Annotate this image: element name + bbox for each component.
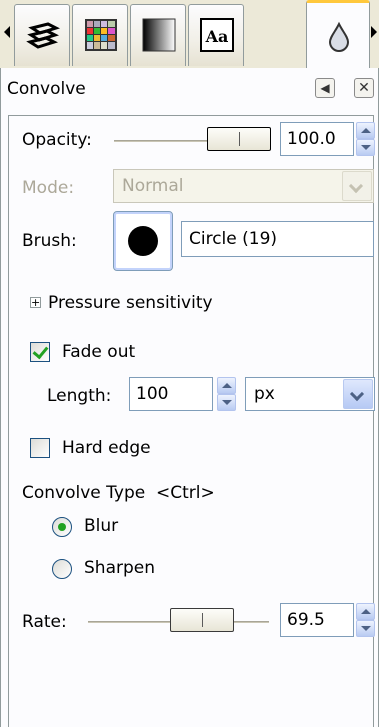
- mode-select[interactable]: Normal: [113, 169, 374, 203]
- rate-spinner[interactable]: [356, 603, 375, 637]
- brush-preview-button[interactable]: [113, 211, 173, 271]
- opacity-decrement-icon[interactable]: [356, 139, 375, 156]
- opacity-label: Opacity:: [22, 130, 92, 150]
- opacity-value-field[interactable]: 100.0: [280, 122, 354, 156]
- pressure-sensitivity-label[interactable]: Pressure sensitivity: [48, 293, 213, 313]
- length-unit-select[interactable]: px: [245, 377, 375, 411]
- font-icon: Aa: [200, 18, 234, 52]
- tab-scroll-left-icon[interactable]: [4, 26, 10, 38]
- hard-edge-checkbox[interactable]: [30, 438, 50, 458]
- tab-scroll-right-icon[interactable]: [371, 26, 377, 38]
- sharpen-label[interactable]: Sharpen: [84, 558, 155, 578]
- gradient-icon: [142, 18, 176, 52]
- dock-tab-strip: Aa: [0, 0, 379, 68]
- fade-out-checkbox[interactable]: [30, 342, 50, 362]
- rate-value-field[interactable]: 69.5: [280, 603, 354, 637]
- blur-label[interactable]: Blur: [84, 516, 118, 536]
- pressure-expander-icon[interactable]: +: [30, 297, 41, 308]
- convolve-type-label: Convolve Type <Ctrl>: [22, 483, 215, 503]
- brush-circle-icon: [128, 226, 158, 256]
- opacity-slider-thumb[interactable]: [207, 127, 271, 151]
- rate-decrement-icon[interactable]: [356, 620, 375, 637]
- mode-label: Mode:: [22, 178, 75, 198]
- tab-palettes[interactable]: [72, 4, 128, 66]
- tab-layers[interactable]: [14, 4, 70, 66]
- length-unit-dropdown-icon: [343, 379, 373, 409]
- blur-radio[interactable]: [52, 517, 72, 537]
- panel-title: Convolve: [7, 79, 86, 99]
- rate-slider-thumb[interactable]: [170, 608, 234, 632]
- length-unit-value: px: [254, 384, 275, 404]
- length-spinner[interactable]: [217, 377, 236, 411]
- palette-grid-icon: [85, 19, 117, 51]
- length-decrement-icon[interactable]: [217, 394, 236, 411]
- length-label: Length:: [47, 386, 112, 406]
- tool-drop-icon: [328, 21, 350, 52]
- brush-label: Brush:: [22, 231, 77, 251]
- brush-name-field: Circle (19): [181, 221, 374, 257]
- mode-value: Normal: [122, 176, 184, 196]
- panel-menu-icon[interactable]: ◀: [315, 78, 335, 98]
- mode-dropdown-icon: [342, 171, 372, 201]
- layers-icon: [26, 22, 60, 49]
- length-increment-icon[interactable]: [217, 377, 236, 394]
- panel-header: Convolve ◀ ✕: [0, 68, 379, 110]
- tab-gradients[interactable]: [130, 4, 186, 66]
- sharpen-radio[interactable]: [52, 559, 72, 579]
- tab-tool-options[interactable]: [306, 0, 370, 68]
- svg-text:Aa: Aa: [205, 27, 229, 46]
- tab-fonts[interactable]: Aa: [188, 4, 244, 66]
- rate-label: Rate:: [22, 612, 67, 632]
- hard-edge-label[interactable]: Hard edge: [62, 438, 151, 458]
- rate-increment-icon[interactable]: [356, 603, 375, 620]
- opacity-increment-icon[interactable]: [356, 122, 375, 139]
- length-value-field[interactable]: 100: [129, 377, 213, 411]
- fade-out-label[interactable]: Fade out: [62, 342, 135, 362]
- panel-close-icon[interactable]: ✕: [354, 78, 374, 98]
- opacity-spinner[interactable]: [356, 122, 375, 156]
